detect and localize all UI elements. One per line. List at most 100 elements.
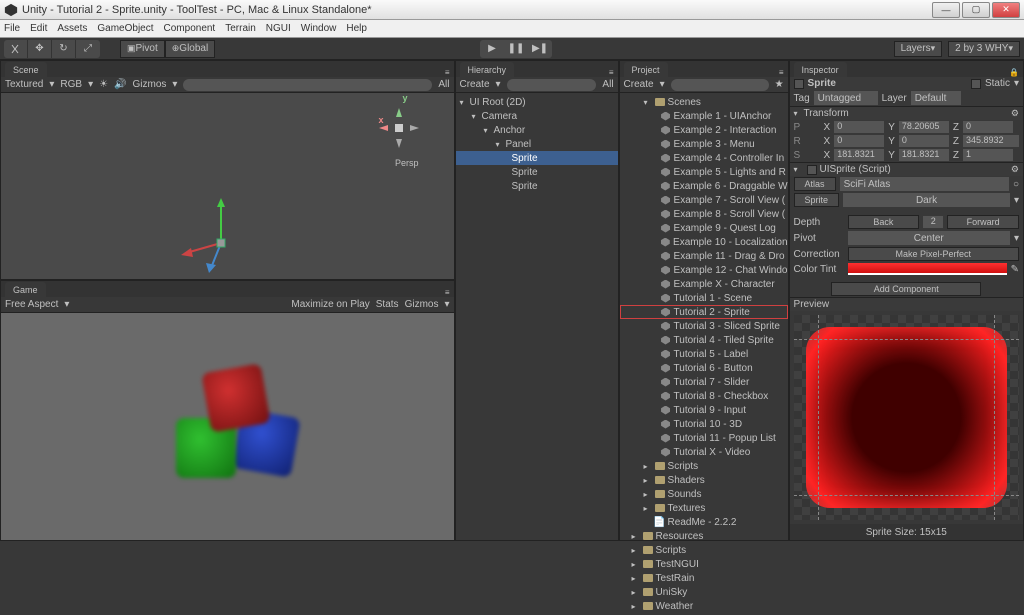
hierarchy-create-dropdown[interactable]: Create <box>460 79 490 90</box>
folder-item[interactable]: ▸TestRain <box>620 571 788 585</box>
folder-item[interactable]: ▾Scenes <box>620 95 788 109</box>
lock-icon[interactable]: 🔒 <box>1005 68 1023 77</box>
minimize-button[interactable]: — <box>932 2 960 18</box>
gear-icon[interactable]: ⚙ <box>1011 164 1019 175</box>
hand-tool[interactable] <box>4 40 28 58</box>
scene-file-item[interactable]: Tutorial 5 - Label <box>620 347 788 361</box>
transform-header[interactable]: ▾Transform⚙ <box>790 106 1023 120</box>
scene-file-item[interactable]: Example 8 - Scroll View ( <box>620 207 788 221</box>
menu-file[interactable]: File <box>4 23 20 34</box>
static-checkbox[interactable] <box>971 79 981 89</box>
rot-z-field[interactable]: 345.8932 <box>963 135 1019 147</box>
scale-tool[interactable]: ⤢ <box>76 40 100 58</box>
scene-file-item[interactable]: Example 4 - Controller In <box>620 151 788 165</box>
rot-y-field[interactable]: 0 <box>899 135 949 147</box>
maximize-button[interactable]: ▢ <box>962 2 990 18</box>
pos-z-field[interactable]: 0 <box>963 121 1013 133</box>
hierarchy-tab[interactable]: Hierarchy <box>460 62 515 77</box>
folder-item[interactable]: ▸TestNGUI <box>620 557 788 571</box>
gear-icon[interactable]: ⚙ <box>1011 108 1019 119</box>
stats-toggle[interactable]: Stats <box>376 299 399 310</box>
menu-component[interactable]: Component <box>164 23 216 34</box>
play-button[interactable]: ▶ <box>480 40 504 58</box>
scene-shading-dropdown[interactable]: Textured <box>5 79 43 90</box>
depth-forward-button[interactable]: Forward <box>947 215 1019 229</box>
pause-button[interactable]: ❚❚ <box>504 40 528 58</box>
scene-file-item[interactable]: Tutorial X - Video <box>620 445 788 459</box>
scene-search[interactable] <box>183 79 432 91</box>
scene-tab[interactable]: Scene <box>5 62 47 77</box>
scale-y-field[interactable]: 181.8321 <box>899 149 949 161</box>
hierarchy-item[interactable]: Sprite <box>456 179 618 193</box>
hierarchy-item[interactable]: ▾Anchor <box>456 123 618 137</box>
hierarchy-item[interactable]: Sprite <box>456 165 618 179</box>
scene-file-item[interactable]: Example 2 - Interaction <box>620 123 788 137</box>
project-tab[interactable]: Project <box>624 62 668 77</box>
gameobject-name[interactable]: Sprite <box>808 78 967 89</box>
light-icon[interactable]: ☀ <box>99 79 108 90</box>
folder-item[interactable]: ▸Weather <box>620 599 788 613</box>
move-tool[interactable]: ✥ <box>28 40 52 58</box>
scene-file-item[interactable]: Example 5 - Lights and R <box>620 165 788 179</box>
panel-options-icon[interactable]: ≡ <box>441 68 454 77</box>
scene-file-item[interactable]: Example 6 - Draggable W <box>620 179 788 193</box>
tag-dropdown[interactable]: Untagged <box>814 91 878 105</box>
folder-item[interactable]: ▸UniSky <box>620 585 788 599</box>
sprite-dropdown[interactable]: Dark <box>843 193 1010 207</box>
depth-back-button[interactable]: Back <box>848 215 920 229</box>
orientation-gizmo[interactable] <box>374 103 424 153</box>
atlas-field[interactable]: SciFi Atlas <box>840 177 1009 191</box>
panel-options-icon[interactable]: ≡ <box>605 68 618 77</box>
rotate-tool[interactable]: ↻ <box>52 40 76 58</box>
scene-file-item[interactable]: Tutorial 3 - Sliced Sprite <box>620 319 788 333</box>
game-tab[interactable]: Game <box>5 282 46 297</box>
menu-edit[interactable]: Edit <box>30 23 47 34</box>
scene-file-item[interactable]: Example 9 - Quest Log <box>620 221 788 235</box>
hierarchy-item[interactable]: ▾Panel <box>456 137 618 151</box>
scene-file-item[interactable]: Tutorial 9 - Input <box>620 403 788 417</box>
color-tint-swatch[interactable] <box>848 263 1007 275</box>
menu-window[interactable]: Window <box>301 23 337 34</box>
folder-item[interactable]: ▸Scripts <box>620 543 788 557</box>
scene-file-item[interactable]: Tutorial 8 - Checkbox <box>620 389 788 403</box>
component-enabled-checkbox[interactable] <box>807 165 817 175</box>
pivot-toggle[interactable]: ▣ Pivot <box>120 40 165 58</box>
scene-file-item[interactable]: Tutorial 11 - Popup List <box>620 431 788 445</box>
folder-item[interactable]: ▸Sounds <box>620 487 788 501</box>
scene-file-item[interactable]: Tutorial 2 - Sprite <box>620 305 788 319</box>
eyedropper-icon[interactable]: ✎ <box>1011 264 1019 275</box>
folder-item[interactable]: ▸Textures <box>620 501 788 515</box>
folder-item[interactable]: ▸Scripts <box>620 459 788 473</box>
scene-file-item[interactable]: Example 10 - Localization <box>620 235 788 249</box>
scene-file-item[interactable]: Example 7 - Scroll View ( <box>620 193 788 207</box>
hierarchy-search[interactable] <box>507 79 597 91</box>
menu-terrain[interactable]: Terrain <box>225 23 256 34</box>
aspect-dropdown[interactable]: Free Aspect <box>5 299 58 310</box>
maximize-on-play-toggle[interactable]: Maximize on Play <box>291 299 369 310</box>
search-filter-icon[interactable]: ★ <box>775 79 784 90</box>
scene-file-item[interactable]: Example 3 - Menu <box>620 137 788 151</box>
folder-item[interactable]: ▸Shaders <box>620 473 788 487</box>
add-component-button[interactable]: Add Component <box>831 282 981 296</box>
gizmos-dropdown[interactable]: Gizmos <box>133 79 167 90</box>
layout-dropdown[interactable]: 2 by 3 WHY ▾ <box>948 41 1020 57</box>
menu-help[interactable]: Help <box>346 23 367 34</box>
project-search[interactable] <box>671 79 769 91</box>
scene-file-item[interactable]: Tutorial 4 - Tiled Sprite <box>620 333 788 347</box>
scene-file-item[interactable]: Tutorial 10 - 3D <box>620 417 788 431</box>
rot-x-field[interactable]: 0 <box>834 135 884 147</box>
layer-dropdown[interactable]: Default <box>911 91 961 105</box>
close-button[interactable]: ✕ <box>992 2 1020 18</box>
pixel-perfect-button[interactable]: Make Pixel-Perfect <box>848 247 1019 261</box>
scene-file-item[interactable]: Example 11 - Drag & Dro <box>620 249 788 263</box>
scene-file-item[interactable]: Example 12 - Chat Windo <box>620 263 788 277</box>
gizmos-toggle[interactable]: Gizmos <box>405 299 439 310</box>
panel-options-icon[interactable]: ≡ <box>441 288 454 297</box>
audio-icon[interactable]: 🔊 <box>114 79 126 90</box>
uisprite-header[interactable]: ▾UISprite (Script)⚙ <box>790 162 1023 176</box>
inspector-tab[interactable]: Inspector <box>794 62 847 77</box>
scene-file-item[interactable]: Tutorial 7 - Slider <box>620 375 788 389</box>
scale-x-field[interactable]: 181.8321 <box>834 149 884 161</box>
scene-file-item[interactable]: Example X - Character <box>620 277 788 291</box>
scene-rgb-dropdown[interactable]: RGB <box>60 79 82 90</box>
